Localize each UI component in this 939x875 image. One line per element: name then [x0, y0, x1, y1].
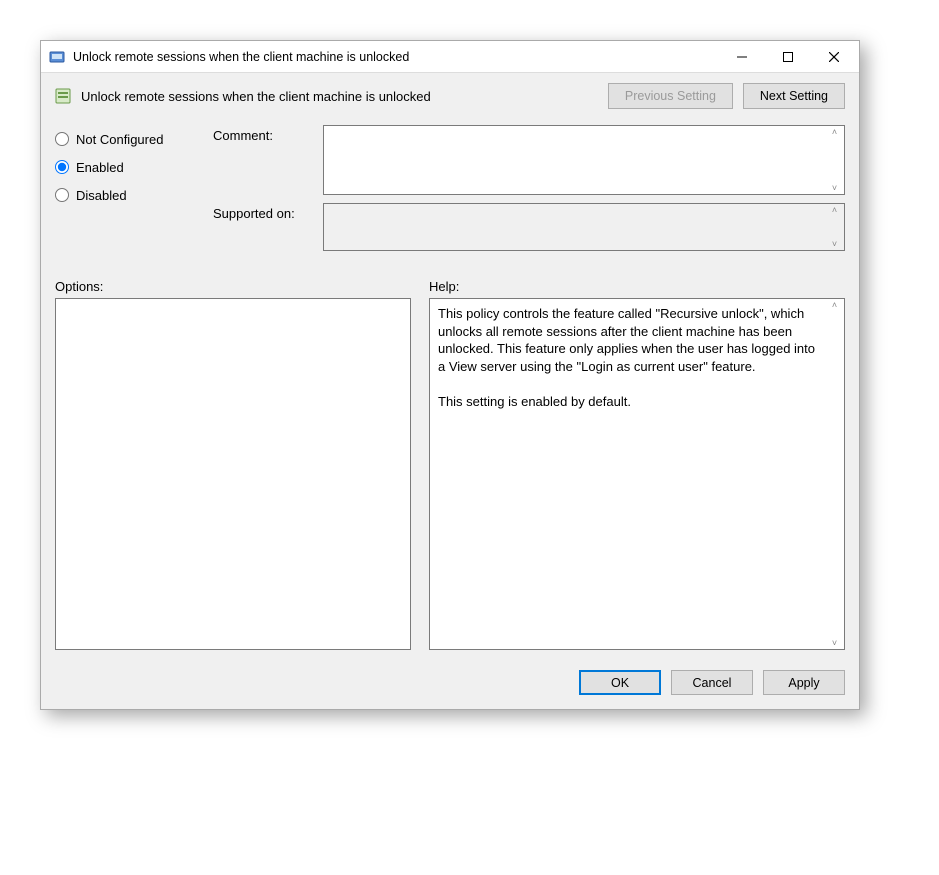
help-wrap: This policy controls the feature called … [429, 298, 845, 650]
supported-on-label: Supported on: [213, 203, 323, 221]
header-row: Unlock remote sessions when the client m… [41, 73, 859, 119]
app-icon [49, 49, 65, 65]
minimize-button[interactable] [719, 42, 765, 72]
previous-setting-button[interactable]: Previous Setting [608, 83, 733, 109]
radio-disabled[interactable]: Disabled [55, 181, 213, 209]
help-pane: This policy controls the feature called … [429, 298, 845, 650]
options-pane [55, 298, 411, 650]
scroll-down-icon: ˅ [826, 239, 843, 249]
scrollbar[interactable]: ˄ ˅ [826, 205, 843, 249]
comment-label: Comment: [213, 125, 323, 143]
panes-row: This policy controls the feature called … [41, 298, 859, 662]
scroll-up-icon: ˄ [826, 127, 843, 137]
supported-on-textarea: ˄ ˅ [323, 203, 845, 251]
radio-not-configured-input[interactable] [55, 132, 69, 146]
policy-title: Unlock remote sessions when the client m… [81, 89, 598, 104]
window-title: Unlock remote sessions when the client m… [73, 50, 719, 64]
title-bar: Unlock remote sessions when the client m… [41, 41, 859, 73]
radio-label: Enabled [76, 160, 124, 175]
window-controls [719, 42, 857, 72]
state-radio-group: Not Configured Enabled Disabled [55, 125, 213, 259]
radio-label: Not Configured [76, 132, 163, 147]
scroll-down-icon: ˅ [826, 638, 843, 648]
radio-enabled[interactable]: Enabled [55, 153, 213, 181]
scroll-down-icon: ˅ [826, 183, 843, 193]
footer-buttons: OK Cancel Apply [41, 662, 859, 709]
policy-icon [55, 88, 71, 104]
help-text: This policy controls the feature called … [438, 306, 819, 409]
close-button[interactable] [811, 42, 857, 72]
comment-textarea[interactable]: ˄ ˅ [323, 125, 845, 195]
maximize-button[interactable] [765, 42, 811, 72]
radio-not-configured[interactable]: Not Configured [55, 125, 213, 153]
help-label: Help: [429, 279, 459, 294]
scroll-up-icon: ˄ [826, 300, 843, 310]
radio-enabled-input[interactable] [55, 160, 69, 174]
options-label: Options: [55, 279, 411, 294]
dialog-window: Unlock remote sessions when the client m… [40, 40, 860, 710]
pane-labels: Options: Help: [41, 259, 859, 298]
apply-button[interactable]: Apply [763, 670, 845, 695]
settings-grid: Not Configured Enabled Disabled Comment:… [41, 119, 859, 259]
next-setting-button[interactable]: Next Setting [743, 83, 845, 109]
scroll-up-icon: ˄ [826, 205, 843, 215]
scrollbar[interactable]: ˄ ˅ [826, 300, 843, 648]
scrollbar[interactable]: ˄ ˅ [826, 127, 843, 193]
radio-disabled-input[interactable] [55, 188, 69, 202]
cancel-button[interactable]: Cancel [671, 670, 753, 695]
radio-label: Disabled [76, 188, 127, 203]
ok-button[interactable]: OK [579, 670, 661, 695]
